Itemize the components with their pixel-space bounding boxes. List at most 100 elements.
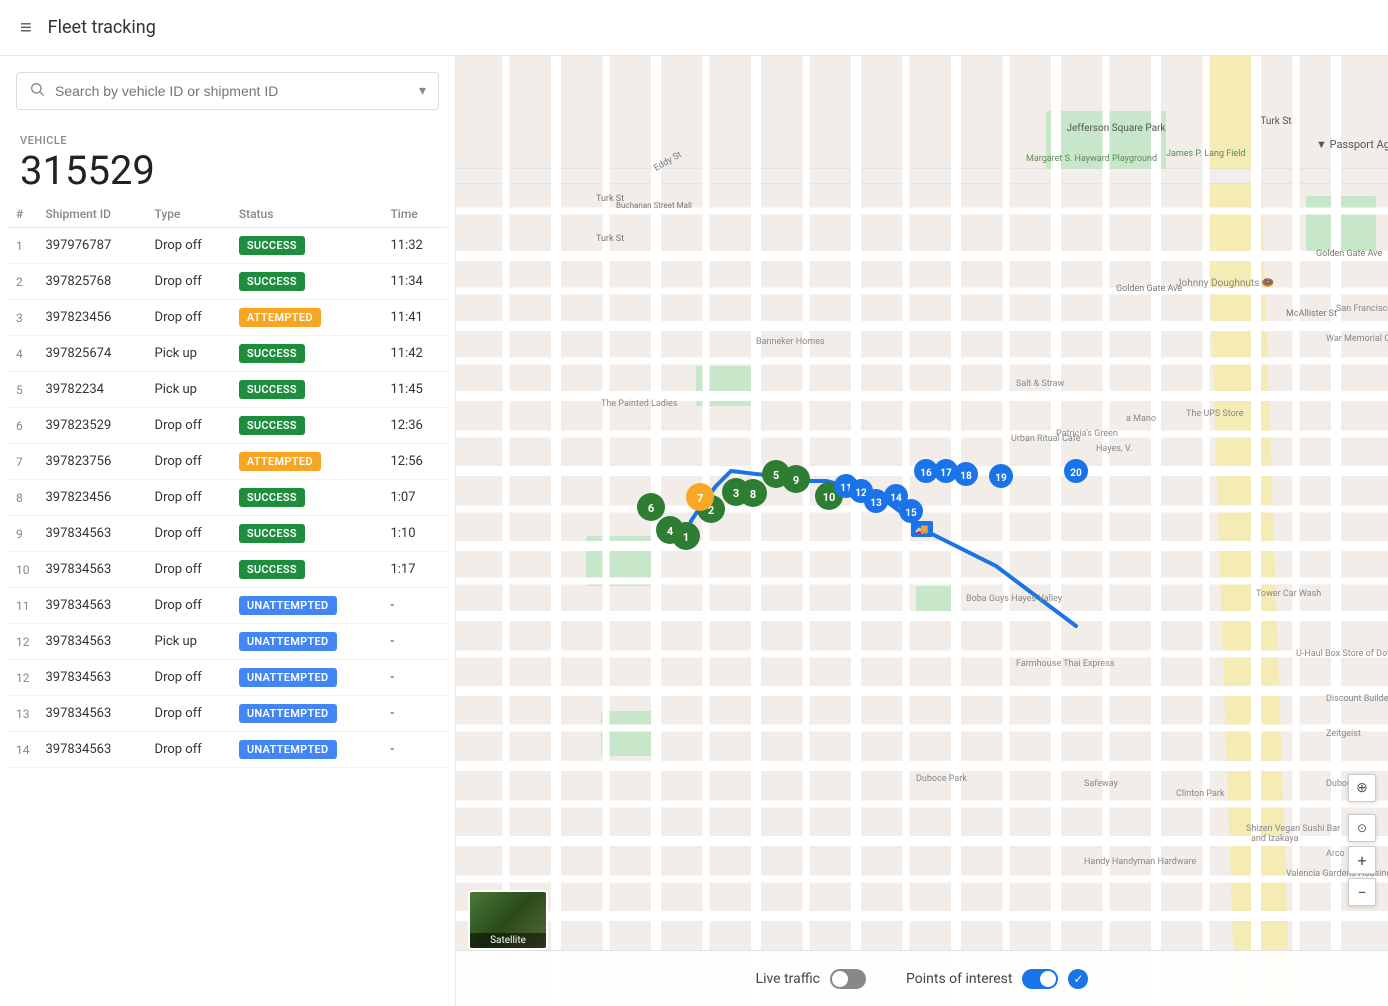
col-num: # — [8, 201, 38, 228]
col-time: Time — [382, 201, 447, 228]
search-dropdown-icon[interactable]: ▾ — [419, 83, 426, 99]
status-badge: SUCCESS — [239, 416, 305, 435]
row-num: 5 — [8, 372, 38, 408]
row-num: 3 — [8, 300, 38, 336]
svg-text:Turk St: Turk St — [596, 234, 624, 244]
svg-text:U-Haul Box Store of Downtown: U-Haul Box Store of Downtown — [1296, 649, 1388, 659]
svg-text:a Mano: a Mano — [1126, 414, 1156, 424]
table-row[interactable]: 7 397823756 Drop off ATTEMPTED 12:56 — [8, 444, 447, 480]
status-badge: UNATTEMPTED — [239, 740, 337, 759]
row-type: Drop off — [147, 408, 231, 444]
satellite-thumb-label: Satellite — [470, 933, 546, 948]
zoom-in-button[interactable]: + — [1348, 846, 1376, 874]
points-of-interest-label: Points of interest — [906, 971, 1012, 987]
hamburger-icon[interactable]: ≡ — [20, 15, 32, 40]
row-type: Drop off — [147, 480, 231, 516]
row-shipment-id: 397834563 — [38, 552, 147, 588]
svg-text:Johnny Doughnuts 🍩: Johnny Doughnuts 🍩 — [1176, 277, 1275, 289]
row-time: 11:42 — [382, 336, 447, 372]
svg-text:6: 6 — [648, 502, 654, 515]
location-icon-button[interactable]: ⊕ — [1348, 774, 1376, 802]
row-type: Drop off — [147, 696, 231, 732]
svg-text:and Izakaya: and Izakaya — [1251, 834, 1299, 844]
svg-text:War Memorial Opera House: War Memorial Opera House — [1326, 334, 1388, 344]
row-type: Pick up — [147, 624, 231, 660]
zoom-out-button[interactable]: − — [1348, 878, 1376, 906]
svg-text:Hayes, V.: Hayes, V. — [1096, 444, 1132, 454]
row-time: 1:10 — [382, 516, 447, 552]
svg-text:Banneker Homes: Banneker Homes — [756, 337, 825, 347]
table-row[interactable]: 1 397976787 Drop off SUCCESS 11:32 — [8, 228, 447, 264]
row-status: SUCCESS — [231, 480, 383, 516]
table-row[interactable]: 3 397823456 Drop off ATTEMPTED 11:41 — [8, 300, 447, 336]
row-status: SUCCESS — [231, 408, 383, 444]
table-row[interactable]: 4 397825674 Pick up SUCCESS 11:42 — [8, 336, 447, 372]
row-num: 12 — [8, 660, 38, 696]
search-input[interactable] — [55, 83, 419, 99]
svg-text:McAllister St: McAllister St — [1286, 309, 1337, 319]
satellite-thumbnail[interactable]: Satellite — [468, 890, 548, 950]
row-shipment-id: 397823756 — [38, 444, 147, 480]
table-row[interactable]: 10 397834563 Drop off SUCCESS 1:17 — [8, 552, 447, 588]
status-badge: UNATTEMPTED — [239, 632, 337, 651]
vehicle-label: VEHICLE — [20, 134, 435, 147]
row-type: Drop off — [147, 300, 231, 336]
svg-text:Margaret S. Hayward Playground: Margaret S. Hayward Playground — [1026, 154, 1157, 164]
status-badge: UNATTEMPTED — [239, 668, 337, 687]
shipment-table-container: # Shipment ID Type Status Time 1 3979767… — [0, 201, 455, 1006]
table-row[interactable]: 9 397834563 Drop off SUCCESS 1:10 — [8, 516, 447, 552]
row-type: Drop off — [147, 444, 231, 480]
col-status: Status — [231, 201, 383, 228]
status-badge: ATTEMPTED — [239, 308, 321, 327]
row-num: 1 — [8, 228, 38, 264]
table-row[interactable]: 12 397834563 Drop off UNATTEMPTED - — [8, 660, 447, 696]
app-title: Fleet tracking — [48, 17, 156, 38]
row-shipment-id: 397834563 — [38, 516, 147, 552]
row-type: Drop off — [147, 660, 231, 696]
table-row[interactable]: 12 397834563 Pick up UNATTEMPTED - — [8, 624, 447, 660]
svg-text:🚚: 🚚 — [915, 523, 929, 536]
row-status: UNATTEMPTED — [231, 588, 383, 624]
table-row[interactable]: 11 397834563 Drop off UNATTEMPTED - — [8, 588, 447, 624]
row-num: 7 — [8, 444, 38, 480]
svg-text:Safeway: Safeway — [1084, 779, 1119, 789]
row-time: - — [382, 588, 447, 624]
table-row[interactable]: 14 397834563 Drop off UNATTEMPTED - — [8, 732, 447, 768]
row-time: 11:34 — [382, 264, 447, 300]
table-row[interactable]: 13 397834563 Drop off UNATTEMPTED - — [8, 696, 447, 732]
points-of-interest-toggle[interactable] — [1022, 969, 1058, 989]
row-num: 13 — [8, 696, 38, 732]
svg-text:Farmhouse Thai Express: Farmhouse Thai Express — [1016, 659, 1115, 669]
map-controls-right: ⊕ ⊙ + − — [1348, 774, 1376, 906]
svg-text:Jefferson Square Park: Jefferson Square Park — [1066, 122, 1166, 134]
row-status: SUCCESS — [231, 552, 383, 588]
row-shipment-id: 397823456 — [38, 480, 147, 516]
row-shipment-id: 397825768 — [38, 264, 147, 300]
row-status: SUCCESS — [231, 336, 383, 372]
row-time: 12:56 — [382, 444, 447, 480]
svg-text:Urban Ritual Cafe: Urban Ritual Cafe — [1011, 434, 1081, 444]
svg-text:13: 13 — [870, 498, 882, 509]
row-status: UNATTEMPTED — [231, 624, 383, 660]
svg-text:16: 16 — [920, 468, 932, 479]
row-status: SUCCESS — [231, 228, 383, 264]
table-row[interactable]: 6 397823529 Drop off SUCCESS 12:36 — [8, 408, 447, 444]
svg-text:1: 1 — [683, 531, 689, 544]
map-bottom-bar: Live traffic Points of interest ✓ — [456, 950, 1388, 1006]
row-type: Drop off — [147, 732, 231, 768]
row-shipment-id: 397834563 — [38, 696, 147, 732]
svg-text:7: 7 — [697, 492, 703, 505]
row-type: Pick up — [147, 372, 231, 408]
table-row[interactable]: 2 397825768 Drop off SUCCESS 11:34 — [8, 264, 447, 300]
header: ≡ Fleet tracking — [0, 0, 1388, 56]
row-status: SUCCESS — [231, 264, 383, 300]
table-row[interactable]: 5 39782234 Pick up SUCCESS 11:45 — [8, 372, 447, 408]
row-shipment-id: 397834563 — [38, 660, 147, 696]
svg-text:19: 19 — [995, 473, 1007, 484]
status-badge: UNATTEMPTED — [239, 596, 337, 615]
live-traffic-toggle[interactable] — [830, 969, 866, 989]
svg-text:James P. Lang Field: James P. Lang Field — [1166, 149, 1245, 159]
compass-icon[interactable]: ⊙ — [1348, 814, 1376, 842]
row-type: Drop off — [147, 552, 231, 588]
table-row[interactable]: 8 397823456 Drop off SUCCESS 1:07 — [8, 480, 447, 516]
